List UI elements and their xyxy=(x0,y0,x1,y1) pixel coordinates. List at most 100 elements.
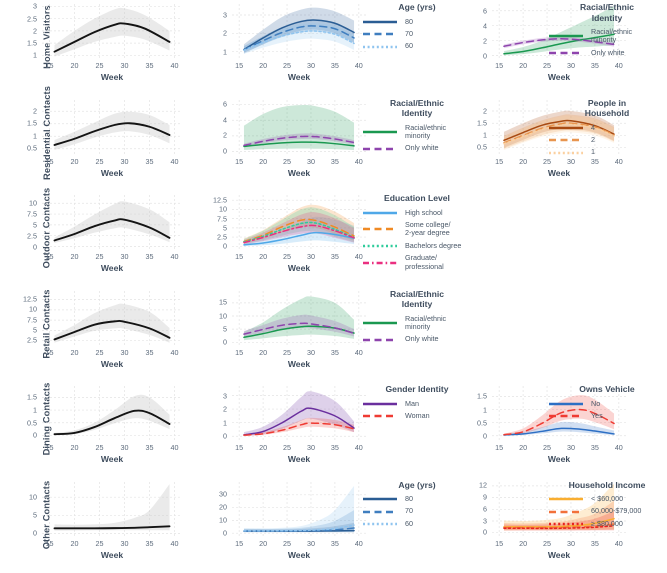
x-tick-label: 25 xyxy=(543,538,552,548)
legend-item[interactable]: Bachelors degree xyxy=(362,241,472,250)
y-axis-ticks: 0 5 10 xyxy=(6,482,40,537)
y-tick-label: 4 xyxy=(223,115,227,125)
x-tick-label: 35 xyxy=(145,538,154,548)
x-axis-ticks: 15 20 25 30 35 40 xyxy=(232,157,366,168)
contacts-figure: Home Visitors 1 1.5 2 2.5 3 15 20 25 30 35 40 Week 1 2… xyxy=(0,0,667,573)
legend-item[interactable]: Only white xyxy=(362,334,472,344)
legend-swatch-line-icon xyxy=(362,336,398,344)
legend-label: High school xyxy=(405,207,443,217)
y-tick-label: 1 xyxy=(33,50,37,60)
legend-item[interactable]: Only white xyxy=(548,47,666,57)
legend-swatch-line-icon xyxy=(362,259,398,267)
plot-area xyxy=(42,481,182,537)
chart-row-outdoor-contacts: Outdoor Contacts 0 2.5 5 7.5 10 15 20 25 30 35 40 We… xyxy=(0,188,667,287)
x-tick-label: 15 xyxy=(45,61,54,70)
legend-swatch-line-icon xyxy=(362,400,398,408)
y-tick-label: 2.5 xyxy=(27,14,37,24)
legend-dining-vehicle: Owns Vehicle No Yes xyxy=(548,384,666,420)
legend-swatch-line-icon xyxy=(362,242,398,250)
y-tick-label: 2.5 xyxy=(217,232,227,242)
x-axis-label: Week xyxy=(547,167,571,178)
legend-swatch-line-icon xyxy=(362,145,398,153)
x-axis-label: Week xyxy=(287,263,311,273)
y-tick-label: 10 xyxy=(219,515,227,525)
y-tick-label: 2 xyxy=(483,36,487,46)
y-tick-label: 0.5 xyxy=(477,418,487,428)
y-tick-label: 1.5 xyxy=(27,118,37,128)
x-tick-label: 25 xyxy=(283,347,292,357)
x-tick-label: 30 xyxy=(566,538,575,548)
x-tick-label: 25 xyxy=(543,61,552,70)
y-tick-label: 3 xyxy=(223,10,227,20)
legend-item[interactable]: Racial/ethnic minority xyxy=(548,27,666,45)
y-tick-label: 0 xyxy=(483,51,487,61)
legend-item[interactable]: Racial/ethnic minority xyxy=(362,313,472,332)
legend-label: 1 xyxy=(591,147,595,157)
x-tick-label: 30 xyxy=(306,538,315,548)
y-tick-label: 10 xyxy=(29,198,37,208)
x-tick-label: 30 xyxy=(566,61,575,70)
x-tick-label: 30 xyxy=(566,156,575,166)
x-tick-label: 35 xyxy=(590,156,599,166)
y-axis-ticks: 0 0.5 1 1.5 xyxy=(456,386,490,441)
chart-panel-outdoor-education: 0 2.5 5 7.5 10 12.5 15 20 25 30 35 40 Week xyxy=(196,193,372,283)
legend-swatch-line-icon xyxy=(362,495,398,503)
x-tick-label: 15 xyxy=(45,443,54,452)
y-tick-label: 5 xyxy=(33,325,37,335)
legend-item[interactable]: 60,000-$79,000 xyxy=(548,506,666,515)
legend-item[interactable]: 2 xyxy=(548,135,666,144)
x-tick-label: 20 xyxy=(259,252,268,261)
y-tick-label: 1 xyxy=(223,47,227,57)
x-axis-ticks: 15 20 25 30 35 40 xyxy=(492,61,626,72)
legend-item[interactable]: ≥ $80,000 xyxy=(548,519,666,528)
x-tick-label: 30 xyxy=(306,156,315,166)
x-tick-label: 30 xyxy=(120,252,129,261)
x-tick-label: 40 xyxy=(170,252,179,261)
legend-swatch-line-icon xyxy=(548,124,584,132)
legend-item[interactable]: Graduate/ professional xyxy=(362,253,472,271)
legend-item[interactable]: 1 xyxy=(548,147,666,157)
x-tick-label: 25 xyxy=(95,61,104,70)
y-axis-ticks: 1 1.5 2 2.5 3 xyxy=(6,2,40,60)
x-axis-label: Week xyxy=(100,358,124,369)
legend-label: Only white xyxy=(591,47,625,57)
x-tick-label: 40 xyxy=(354,156,363,166)
x-axis-ticks: 15 20 25 30 35 40 xyxy=(492,157,626,168)
x-tick-label: 25 xyxy=(95,156,104,166)
legend-label: 70 xyxy=(405,506,413,516)
x-axis-label: Week xyxy=(547,549,571,560)
x-tick-label: 35 xyxy=(145,252,154,261)
chart-panel-other-age: 0 10 20 30 15 20 25 30 35 40 Week xyxy=(196,480,372,570)
y-axis-ticks: 0 2.5 5 7.5 10 12.5 xyxy=(196,195,230,251)
legend-item[interactable]: High school xyxy=(362,207,472,217)
legend-swatch-line-icon xyxy=(362,128,398,136)
x-tick-label: 25 xyxy=(95,252,104,261)
x-axis-ticks: 15 20 25 30 35 40 xyxy=(232,539,366,550)
x-tick-label: 20 xyxy=(70,61,79,70)
x-tick-label: 20 xyxy=(259,156,268,166)
plot-area xyxy=(42,99,182,155)
y-axis-ticks: 1 2 3 xyxy=(196,4,230,59)
x-tick-label: 20 xyxy=(259,61,268,70)
y-tick-label: 1.5 xyxy=(477,391,487,401)
x-tick-label: 30 xyxy=(306,347,315,357)
plot-area xyxy=(42,290,182,346)
legend-item[interactable]: 4 xyxy=(548,123,666,132)
x-axis-ticks: 15 20 25 30 35 40 xyxy=(42,539,182,550)
x-axis-ticks: 15 20 25 30 35 40 xyxy=(42,252,182,263)
x-tick-label: 15 xyxy=(235,538,244,548)
y-tick-label: 5 xyxy=(33,220,37,230)
legend-item[interactable]: Some college/ 2-year degree xyxy=(362,220,472,238)
legend-label: Racial/ethnic minority xyxy=(405,122,447,140)
legend-item[interactable]: No xyxy=(548,399,666,408)
chart-panel-dining-overall: 0 0.5 1 1.5 15 20 25 30 35 40 Week xyxy=(6,384,188,474)
legend-item[interactable]: Yes xyxy=(548,411,666,420)
legend-item[interactable]: < $60,000 xyxy=(548,494,666,503)
legend-swatch-line-icon xyxy=(548,412,584,420)
x-tick-label: 15 xyxy=(495,156,504,166)
y-tick-label: 2.5 xyxy=(27,335,37,345)
x-tick-label: 15 xyxy=(45,347,54,357)
legend-label: Racial/ethnic minority xyxy=(405,313,447,331)
x-tick-label: 30 xyxy=(306,443,315,452)
x-tick-label: 15 xyxy=(45,538,54,548)
